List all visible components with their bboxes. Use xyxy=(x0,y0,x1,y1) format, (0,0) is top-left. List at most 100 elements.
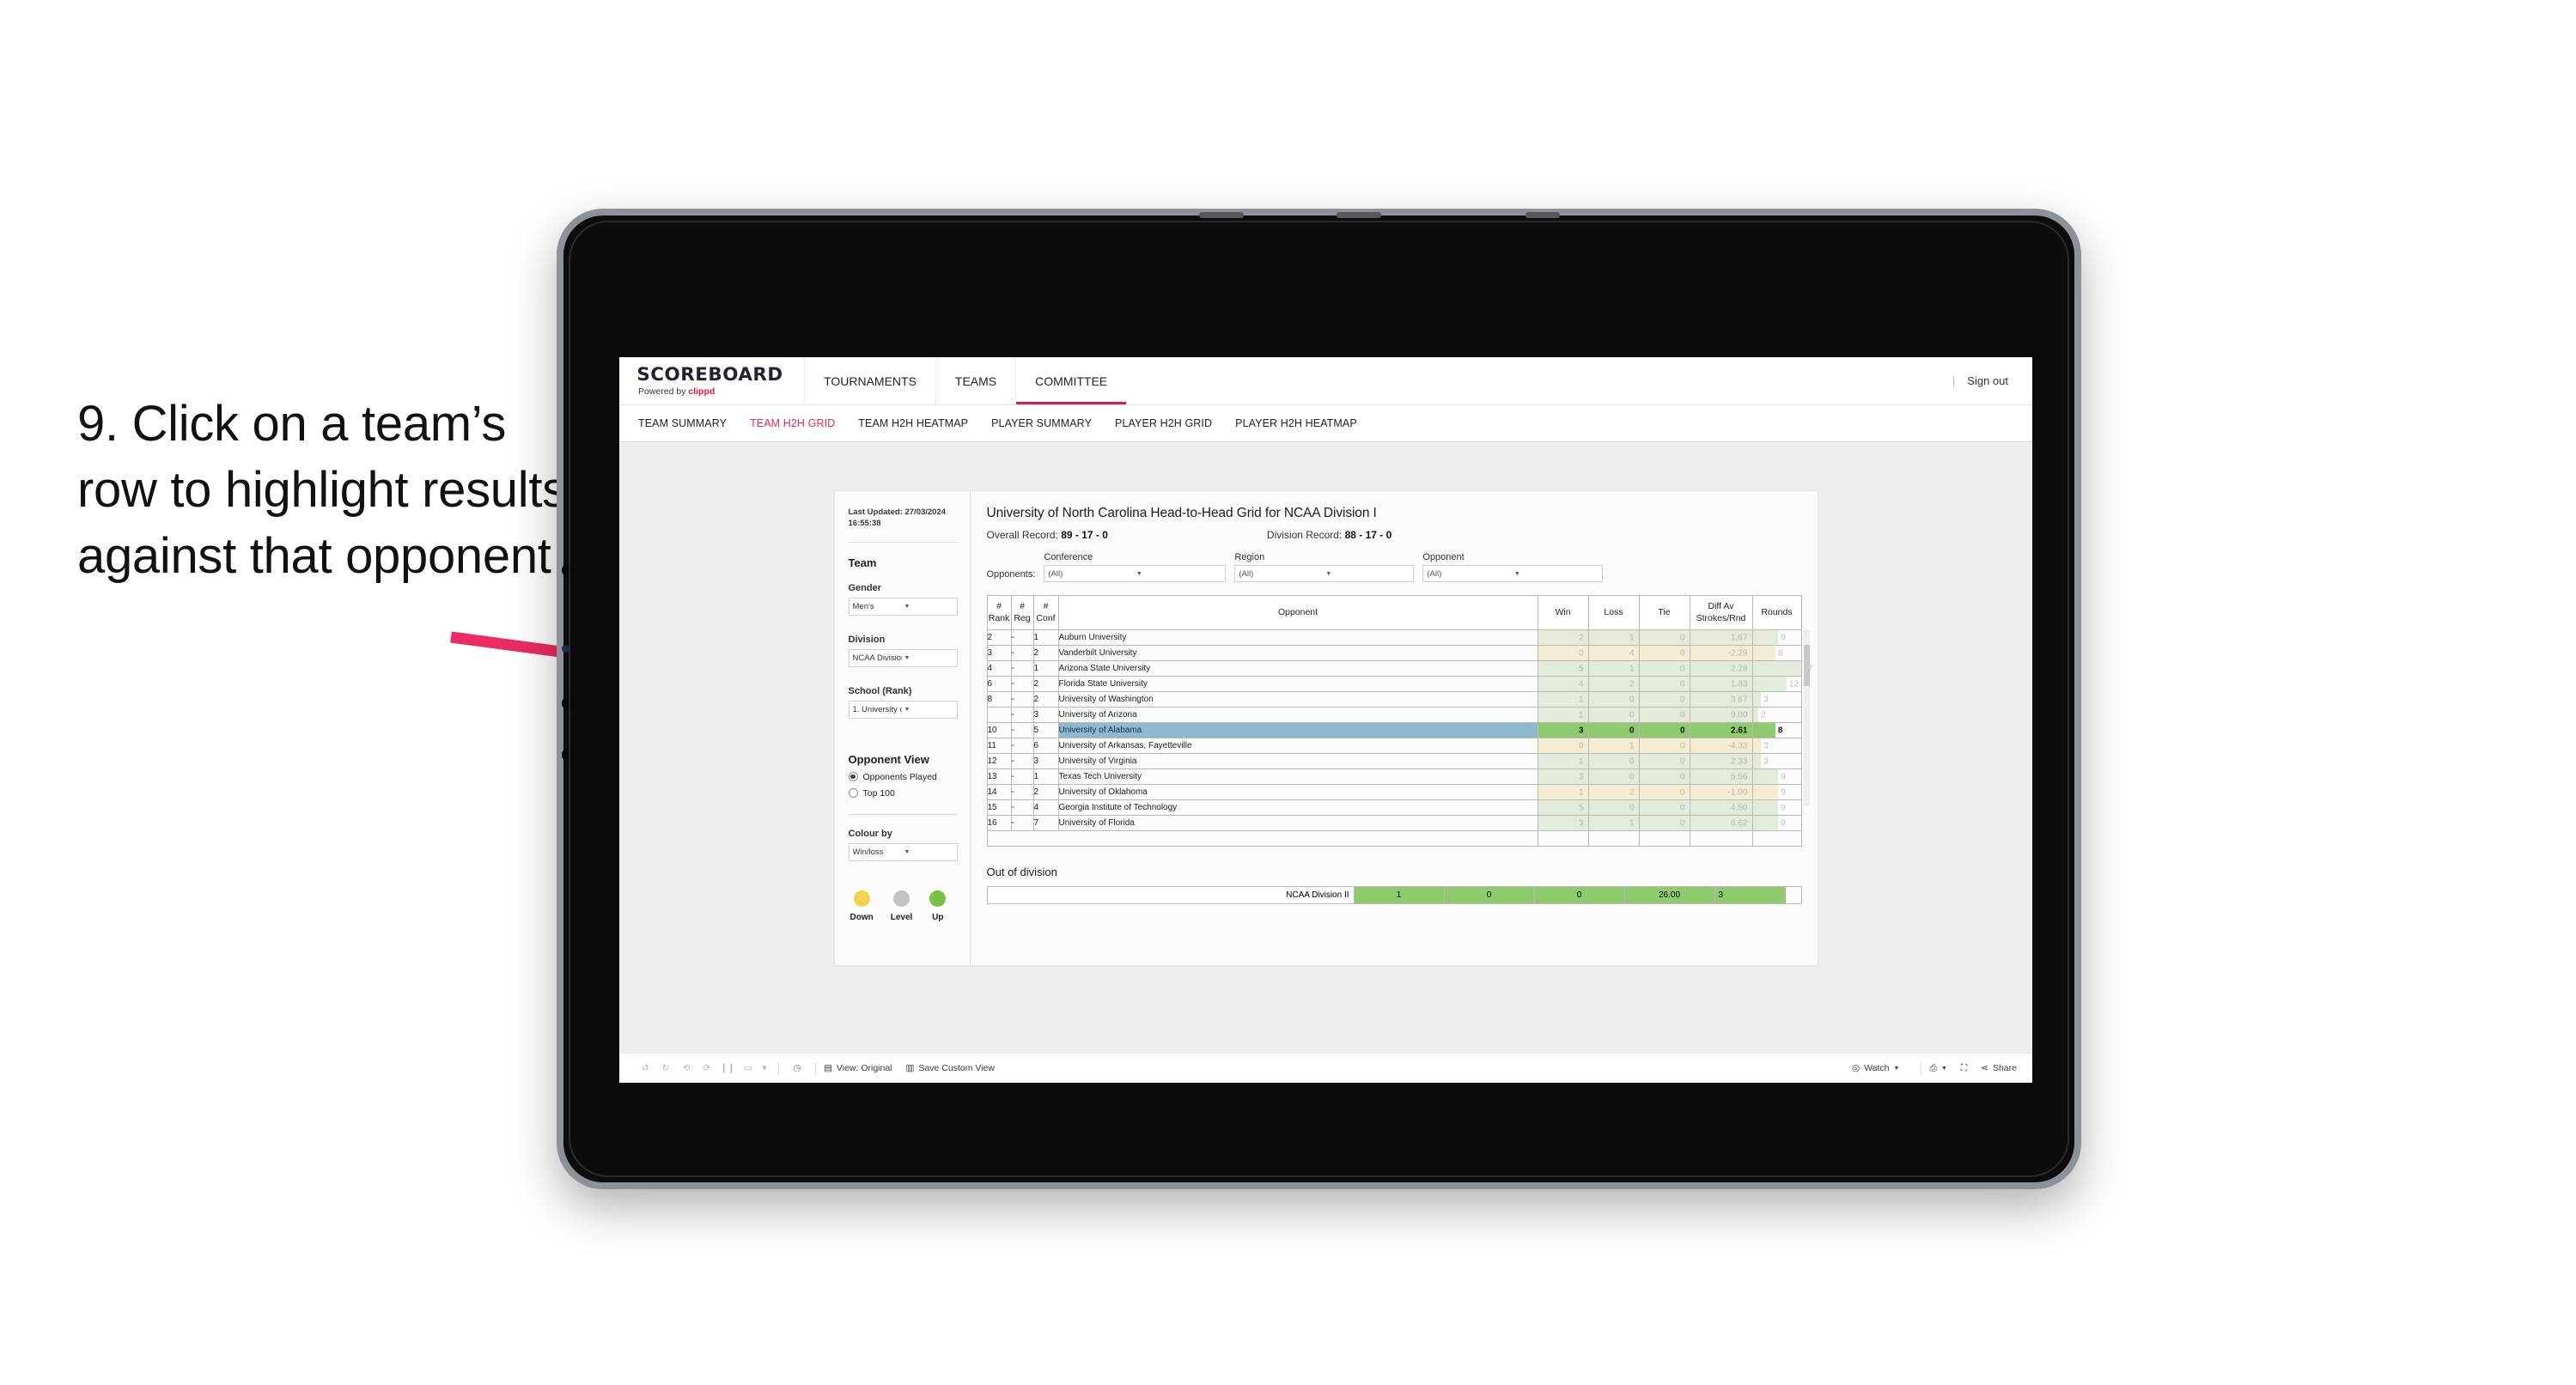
subtab-team-h2h-grid[interactable]: TEAM H2H GRID xyxy=(750,417,835,429)
grid-vertical-scrollbar[interactable] xyxy=(1803,629,1810,806)
region-select[interactable]: (All) ▼ xyxy=(1234,565,1415,582)
cell-rank: 13 xyxy=(986,768,1012,785)
subtab-player-h2h-grid[interactable]: PLAYER H2H GRID xyxy=(1115,417,1212,429)
cell-rounds: 9 xyxy=(1751,815,1802,831)
table-row[interactable]: 16-7 University of Florida 3 1 0 6.62 9 xyxy=(986,815,1802,831)
download-button[interactable]: ⎙ ▼ xyxy=(1929,1063,1946,1074)
save-custom-view-button[interactable]: ▥ Save Custom View xyxy=(906,1063,995,1073)
table-row[interactable]: 10-5 University of Alabama 3 0 0 2.61 8 xyxy=(986,722,1802,738)
share-button[interactable]: ⋖ Share xyxy=(1981,1063,2017,1073)
col-conf-l2: Conf xyxy=(1036,612,1056,623)
chevron-down-icon[interactable]: ▾ xyxy=(758,1058,770,1078)
brand-name: SCOREBOARD xyxy=(636,363,783,385)
table-row[interactable]: 13-1 Texas Tech University 3 0 0 5.56 9 xyxy=(986,768,1802,785)
cell-loss: 4 xyxy=(1587,645,1640,661)
division-filter: Division NCAA Division I ▼ xyxy=(848,635,958,667)
cell-tie: 0 xyxy=(1638,691,1690,708)
col-reg-l1: # xyxy=(1020,601,1025,612)
cell-reg: - xyxy=(1010,676,1034,692)
ood-label: NCAA Division II xyxy=(987,887,1354,903)
redo-icon[interactable]: ↻ xyxy=(655,1058,676,1078)
table-row[interactable]: 4-1Arizona State University5102.2817 xyxy=(986,660,1813,677)
cell-reg: - xyxy=(1010,691,1034,708)
cell-rank: 15 xyxy=(986,799,1012,816)
overall-record: Overall Record: 89 - 17 - 0 xyxy=(987,529,1108,541)
toolbar-right-group: ◎ Watch ▼ ⎙ ▼ ⛶ ⋖ Share xyxy=(1852,1061,2017,1075)
cell-win: 1 xyxy=(1537,784,1589,800)
division-value: NCAA Division I xyxy=(852,653,902,663)
gender-select[interactable]: Men’s ▼ xyxy=(848,597,958,616)
opponent-select[interactable]: (All) ▼ xyxy=(1422,565,1604,582)
blank-cell xyxy=(986,830,1011,847)
radio-top-100[interactable]: Top 100 xyxy=(848,788,958,799)
rounds-bar xyxy=(1752,769,1779,784)
school-select[interactable]: 1. University of Nort... ▼ xyxy=(848,700,958,719)
colour-by-select[interactable]: Win/loss ▼ xyxy=(848,842,958,861)
cell-diff: 1.83 xyxy=(1689,676,1753,692)
alerts-icon[interactable]: ▭ xyxy=(738,1058,758,1078)
table-row[interactable]: 11-6 University of Arkansas, Fayetteville… xyxy=(986,738,1802,754)
cell-tie: 0 xyxy=(1638,768,1690,785)
radio-opponents-played[interactable]: Opponents Played xyxy=(848,772,958,782)
colour-by-label: Colour by xyxy=(848,828,892,839)
cell-opponent: University of Virginia xyxy=(1057,753,1538,769)
conference-select[interactable]: (All) ▼ xyxy=(1044,565,1227,582)
school-value: 1. University of Nort... xyxy=(852,704,902,714)
nav-tab-teams[interactable]: TEAMS xyxy=(935,357,1015,404)
toolbar-divider-1 xyxy=(778,1061,779,1075)
sign-out-link[interactable]: Sign out xyxy=(1967,374,2008,387)
subtab-team-summary[interactable]: TEAM SUMMARY xyxy=(638,417,727,429)
cell-win: 3 xyxy=(1537,768,1589,785)
col-win: Win xyxy=(1537,595,1589,630)
table-row[interactable]: 12-3 University of Virginia 1 0 0 2.33 3 xyxy=(986,753,1802,769)
fullscreen-button[interactable]: ⛶ xyxy=(1961,1063,1967,1074)
watch-button[interactable]: ◎ Watch ▼ xyxy=(1852,1063,1899,1073)
table-row[interactable]: 2-1 Auburn University 2 1 0 1.67 9 xyxy=(986,629,1802,646)
subtab-player-summary[interactable]: PLAYER SUMMARY xyxy=(991,417,1092,429)
device-side-dot-2 xyxy=(562,645,569,653)
subtab-player-h2h-heatmap[interactable]: PLAYER H2H HEATMAP xyxy=(1235,417,1357,429)
filter-sidebar: Last Updated: 27/03/2024 16:55:38 Team G… xyxy=(834,491,971,965)
rounds-bar xyxy=(1752,754,1762,768)
table-row[interactable]: 14-2 University of Oklahoma 1 2 0 -1.00 9 xyxy=(986,784,1802,800)
clock-history-icon[interactable]: ◷ xyxy=(787,1058,807,1078)
table-row[interactable]: 15-4 Georgia Institute of Technology 5 0 0 4.… xyxy=(986,799,1802,816)
cell-diff: 2.28 xyxy=(1689,660,1753,677)
view-original-button[interactable]: ▤ View: Original xyxy=(824,1063,892,1073)
nav-tab-tournaments[interactable]: TOURNAMENTS xyxy=(804,357,935,404)
brand-logo[interactable]: SCOREBOARD Powered by clippd xyxy=(619,357,804,404)
table-row[interactable]: 8-2 University of Washington 1 0 0 3.67 3 xyxy=(986,691,1802,708)
table-row[interactable]: 3-2 Vanderbilt University 0 4 0 -2.29 8 xyxy=(986,645,1802,661)
pause-updates-icon[interactable]: ❙❙ xyxy=(717,1058,738,1078)
cell-conf: 2 xyxy=(1032,784,1059,800)
division-select[interactable]: NCAA Division I ▼ xyxy=(848,648,958,667)
cell-loss: 1 xyxy=(1587,815,1640,831)
table-row[interactable]: -3 University of Arizona 1 0 0 9.00 2 xyxy=(986,707,1802,723)
cell-rounds: 9 xyxy=(1751,768,1802,785)
conference-label: Conference xyxy=(1044,552,1093,562)
cell-tie: 0 xyxy=(1638,799,1690,816)
cell-reg: - xyxy=(1010,799,1034,816)
table-row[interactable]: 6-2 Florida State University 4 2 0 1.83 12 xyxy=(986,676,1802,692)
cell-win: 5 xyxy=(1537,799,1589,816)
cell-tie: 0 xyxy=(1638,784,1690,800)
save-custom-view-label: Save Custom View xyxy=(918,1063,995,1073)
cell-tie: 0 xyxy=(1638,645,1690,661)
undo-icon[interactable]: ↺ xyxy=(635,1058,655,1078)
subtab-team-h2h-heatmap[interactable]: TEAM H2H HEATMAP xyxy=(858,417,968,429)
nav-tab-committee[interactable]: COMMITTEE xyxy=(1015,357,1127,404)
cell-loss: 0 xyxy=(1587,768,1640,785)
grid-scrollbar-thumb[interactable] xyxy=(1803,645,1810,686)
refresh-icon[interactable]: ⟳ xyxy=(697,1058,717,1078)
cell-opponent: Vanderbilt University xyxy=(1057,645,1538,661)
out-of-division-row[interactable]: NCAA Division II 1 0 0 26.00 3 xyxy=(986,886,1802,904)
ood-win: 1 xyxy=(1353,887,1444,903)
col-conf: # Conf xyxy=(1032,595,1059,630)
nav-separator: | xyxy=(1952,374,1956,387)
ood-diff: 26.00 xyxy=(1623,887,1714,903)
revert-icon[interactable]: ⟲ xyxy=(676,1058,697,1078)
cell-reg: - xyxy=(1010,768,1034,785)
legend-dot-down xyxy=(853,890,870,907)
cell-reg: - xyxy=(1010,753,1034,769)
cell-diff: 4.50 xyxy=(1689,799,1753,816)
